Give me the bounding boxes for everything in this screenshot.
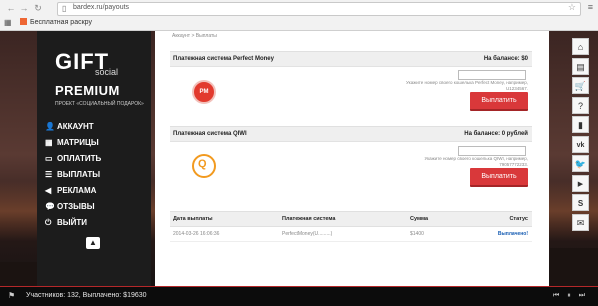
users-icon: ⚑ (8, 291, 16, 300)
forward-icon[interactable]: → (19, 3, 29, 13)
logo-premium: PREMIUM (55, 83, 120, 98)
main-content: Аккаунт > Выплаты Платежная система Perf… (155, 31, 549, 287)
perfect-money-header: Платежная система Perfect Money На балан… (170, 52, 532, 67)
chevron-up-icon: ▲ (89, 238, 97, 247)
apps-icon[interactable]: ▦ (4, 18, 14, 27)
perfect-money-title: Платежная система Perfect Money (173, 56, 274, 62)
bookmark-label: Бесплатная раскру (30, 19, 92, 26)
qiwi-header: Платежная система QIWI На балансе: 0 руб… (170, 127, 532, 142)
qiwi-payout-button[interactable]: Выплатить (470, 168, 528, 187)
bookmarks-bar: ▦ Бесплатная раскру (0, 16, 598, 30)
qiwi-hint: Укажите номер своего кошелька QIWI, напр… (424, 156, 528, 167)
nav-item-payouts[interactable]: ☰ ВЫПЛАТЫ (45, 167, 145, 183)
breadcrumb: Аккаунт > Выплаты (172, 33, 217, 39)
card-icon: ▭ (45, 154, 53, 163)
qiwi-balance: На балансе: 0 рублей (464, 131, 528, 137)
perfect-money-hint: Укажите номер своего кошелька Perfect Mo… (406, 80, 528, 91)
nav-item-ads[interactable]: ◀ РЕКЛАМА (45, 183, 145, 199)
logo-social: social (95, 67, 119, 77)
nav-item-reviews[interactable]: 💬 ОТЗЫВЫ (45, 199, 145, 215)
row-system: PerfectMoney(U.........) (282, 231, 333, 237)
perfect-money-balance: На балансе: $0 (483, 56, 528, 62)
qiwi-logo-icon: Q (192, 154, 216, 178)
nav-item-account[interactable]: 👤 АККАУНТ (45, 119, 145, 135)
skyline (550, 248, 598, 288)
bookmark-item[interactable]: Бесплатная раскру (20, 18, 92, 26)
cart-icon[interactable]: 🛒 (572, 77, 589, 94)
perfect-money-wallet-input[interactable] (458, 70, 526, 80)
favicon-icon (20, 18, 27, 25)
document-icon[interactable]: ▤ (572, 57, 589, 75)
sidebar: GIFT social PREMIUM ПРОЕКТ «СОЦИАЛЬНЫЙ П… (37, 31, 151, 287)
qiwi-title: Платежная система QIWI (173, 131, 247, 137)
header-status: Статус (509, 216, 528, 222)
browser-chrome: ← → ↻ ▯ bardex.ru/payouts ☆ ≡ ▦ Бесплатн… (0, 0, 598, 31)
music-player-controls[interactable]: ⏮ ⏸ ⏭ (553, 292, 588, 300)
bookmark-star-icon[interactable]: ☆ (568, 2, 576, 13)
header-system: Платежная система (282, 216, 336, 222)
header-amount: Сумма (410, 216, 429, 222)
social-rail: ⌂ ▤ 🛒 ? ▮ vk 🐦 ▶ S ✉ (572, 38, 590, 233)
help-icon[interactable]: ? (572, 96, 589, 114)
row-status: Выплачено! (497, 231, 528, 237)
qiwi-panel: Платежная система QIWI На балансе: 0 руб… (170, 126, 532, 207)
home-icon[interactable]: ⌂ (572, 38, 589, 55)
page-icon: ▯ (62, 4, 67, 13)
perfect-money-panel: Платежная система Perfect Money На балан… (170, 51, 532, 130)
scroll-up-button[interactable]: ▲ (86, 237, 100, 249)
nav-label: ВЫЙТИ (57, 218, 87, 227)
nav-item-logout[interactable]: ⏻ ВЫЙТИ (45, 215, 145, 231)
url-text: bardex.ru/payouts (73, 4, 130, 11)
twitter-icon[interactable]: 🐦 (572, 155, 589, 172)
perfect-money-payout-button[interactable]: Выплатить (470, 92, 528, 111)
nav-label: АККАУНТ (57, 122, 94, 131)
nav-item-matrices[interactable]: ▦ МАТРИЦЫ (45, 135, 145, 151)
table-header: Дата выплаты Платежная система Сумма Ста… (170, 211, 532, 227)
youtube-icon[interactable]: ▶ (572, 174, 589, 192)
row-amount: $1400 (410, 231, 424, 237)
list-icon: ☰ (45, 170, 53, 179)
qiwi-wallet-input[interactable] (458, 146, 526, 156)
footer-stats: Участников: 132, Выплачено: $19630 (26, 292, 147, 299)
grid-icon: ▦ (45, 138, 53, 147)
nav-label: МАТРИЦЫ (57, 138, 99, 147)
nav-label: ВЫПЛАТЫ (57, 170, 101, 179)
power-icon: ⏻ (45, 218, 52, 227)
footer-bar: ⚑ Участников: 132, Выплачено: $19630 ⏮ ⏸… (0, 287, 598, 306)
sidebar-nav: 👤 АККАУНТ ▦ МАТРИЦЫ ▭ ОПЛАТИТЬ ☰ ВЫПЛАТЫ ◀ РЕ… (45, 119, 145, 231)
chart-icon[interactable]: ▮ (572, 116, 589, 133)
address-bar[interactable]: ▯ bardex.ru/payouts (57, 2, 581, 16)
vk-icon[interactable]: vk (572, 135, 589, 153)
user-icon: 👤 (45, 122, 55, 131)
perfect-money-logo-icon: PM (192, 80, 216, 104)
skyline (0, 262, 40, 288)
back-icon[interactable]: ← (6, 3, 16, 13)
nav-label: РЕКЛАМА (57, 186, 97, 195)
reload-icon[interactable]: ↻ (33, 3, 43, 13)
chat-icon: 💬 (45, 202, 55, 211)
table-row: 2014-03-26 16:06:36 PerfectMoney(U......… (170, 227, 532, 242)
qiwi-logo-text: Q (198, 158, 207, 170)
megaphone-icon: ◀ (45, 186, 52, 195)
header-date: Дата выплаты (173, 216, 213, 222)
nav-label: ОТЗЫВЫ (57, 202, 95, 211)
nav-item-pay[interactable]: ▭ ОПЛАТИТЬ (45, 151, 145, 167)
payouts-table: Дата выплаты Платежная система Сумма Ста… (170, 211, 532, 242)
row-date: 2014-03-26 16:06:36 (173, 231, 220, 237)
skype-icon[interactable]: S (572, 194, 589, 211)
mail-icon[interactable]: ✉ (572, 213, 589, 231)
nav-label: ОПЛАТИТЬ (57, 154, 102, 163)
menu-icon[interactable]: ≡ (588, 2, 593, 12)
logo[interactable]: GIFT social PREMIUM ПРОЕКТ «СОЦИАЛЬНЫЙ П… (55, 49, 144, 115)
logo-project: ПРОЕКТ «СОЦИАЛЬНЫЙ ПОДАРОК» (55, 101, 144, 107)
